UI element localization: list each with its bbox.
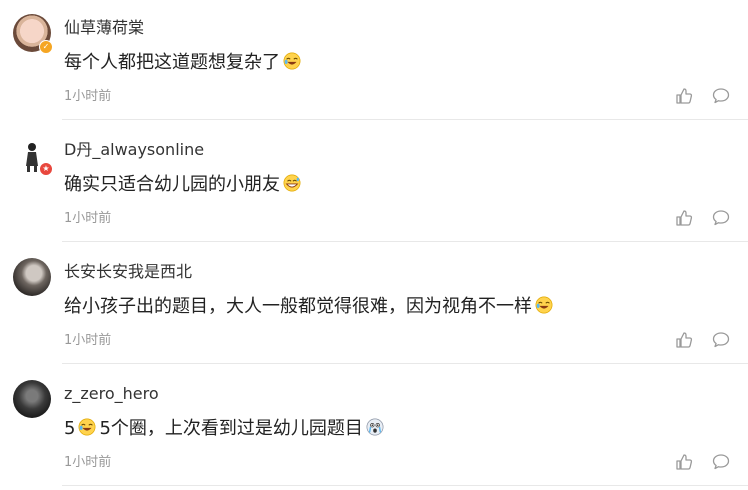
timestamp: 1小时前 [64, 455, 112, 470]
comment-text-content: 5个圈，上次看到过是幼儿园题目 [99, 418, 363, 439]
like-button[interactable] [674, 86, 694, 106]
verified-badge-icon: ✓ [39, 40, 53, 54]
timestamp: 1小时前 [64, 89, 112, 104]
comment-text-content: 给小孩子出的题目，大人一般都觉得很难，因为视角不一样 [64, 296, 532, 317]
laugh-cry-emoji-icon [78, 418, 96, 436]
laugh-cry-emoji-icon [535, 296, 553, 314]
username[interactable]: 仙草薄荷棠 [64, 17, 144, 39]
comment-text: 每个人都把这道题想复杂了 [64, 50, 304, 76]
thumb-up-icon [676, 88, 693, 104]
avatar[interactable] [13, 380, 51, 418]
like-button[interactable] [674, 330, 694, 350]
comment-bubble-icon [712, 210, 730, 226]
comment-text-content: 5 [64, 418, 76, 439]
username[interactable]: 长安长安我是西北 [64, 261, 192, 283]
comment-bubble-icon [712, 454, 730, 470]
avatar[interactable] [13, 258, 51, 296]
divider [62, 363, 748, 364]
divider [62, 119, 748, 120]
grin-sweat-emoji-icon [283, 174, 301, 192]
comment-item: ★ D丹_alwaysonline 确实只适合幼儿园的小朋友 1小时前 [0, 122, 748, 242]
like-button[interactable] [674, 452, 694, 472]
divider [62, 241, 748, 242]
avatar[interactable]: ✓ [13, 14, 53, 54]
divider [62, 485, 748, 486]
thumb-up-icon [676, 332, 693, 348]
crying-emoji-icon [366, 418, 384, 436]
comment-text: 5 5个圈，上次看到过是幼儿园题目 [64, 416, 387, 442]
comment-text-content: 确实只适合幼儿园的小朋友 [64, 174, 280, 195]
comment-item: 长安长安我是西北 给小孩子出的题目，大人一般都觉得很难，因为视角不一样 1小时前 [0, 244, 748, 364]
thumb-up-icon [676, 454, 693, 470]
comment-text: 给小孩子出的题目，大人一般都觉得很难，因为视角不一样 [64, 294, 556, 320]
thumb-up-icon [676, 210, 693, 226]
timestamp: 1小时前 [64, 333, 112, 348]
comment-text-content: 每个人都把这道题想复杂了 [64, 52, 280, 73]
comment-item: z_zero_hero 5 5个圈，上次看到过是幼儿园题目 1小时前 [0, 366, 748, 486]
comment-text: 确实只适合幼儿园的小朋友 [64, 172, 304, 198]
comment-bubble-icon [712, 88, 730, 104]
laugh-cry-emoji-icon [283, 52, 301, 70]
like-button[interactable] [674, 208, 694, 228]
reply-button[interactable] [711, 452, 731, 472]
reply-button[interactable] [711, 86, 731, 106]
comment-bubble-icon [712, 332, 730, 348]
username[interactable]: z_zero_hero [64, 383, 159, 405]
avatar[interactable]: ★ [13, 136, 53, 176]
reply-button[interactable] [711, 330, 731, 350]
comment-list: ✓ 仙草薄荷棠 每个人都把这道题想复杂了 1小时前 ★ D丹_alwaysonl… [0, 0, 748, 490]
reply-button[interactable] [711, 208, 731, 228]
username[interactable]: D丹_alwaysonline [64, 139, 204, 161]
member-badge-icon: ★ [39, 162, 53, 176]
comment-item: ✓ 仙草薄荷棠 每个人都把这道题想复杂了 1小时前 [0, 0, 748, 120]
timestamp: 1小时前 [64, 211, 112, 226]
